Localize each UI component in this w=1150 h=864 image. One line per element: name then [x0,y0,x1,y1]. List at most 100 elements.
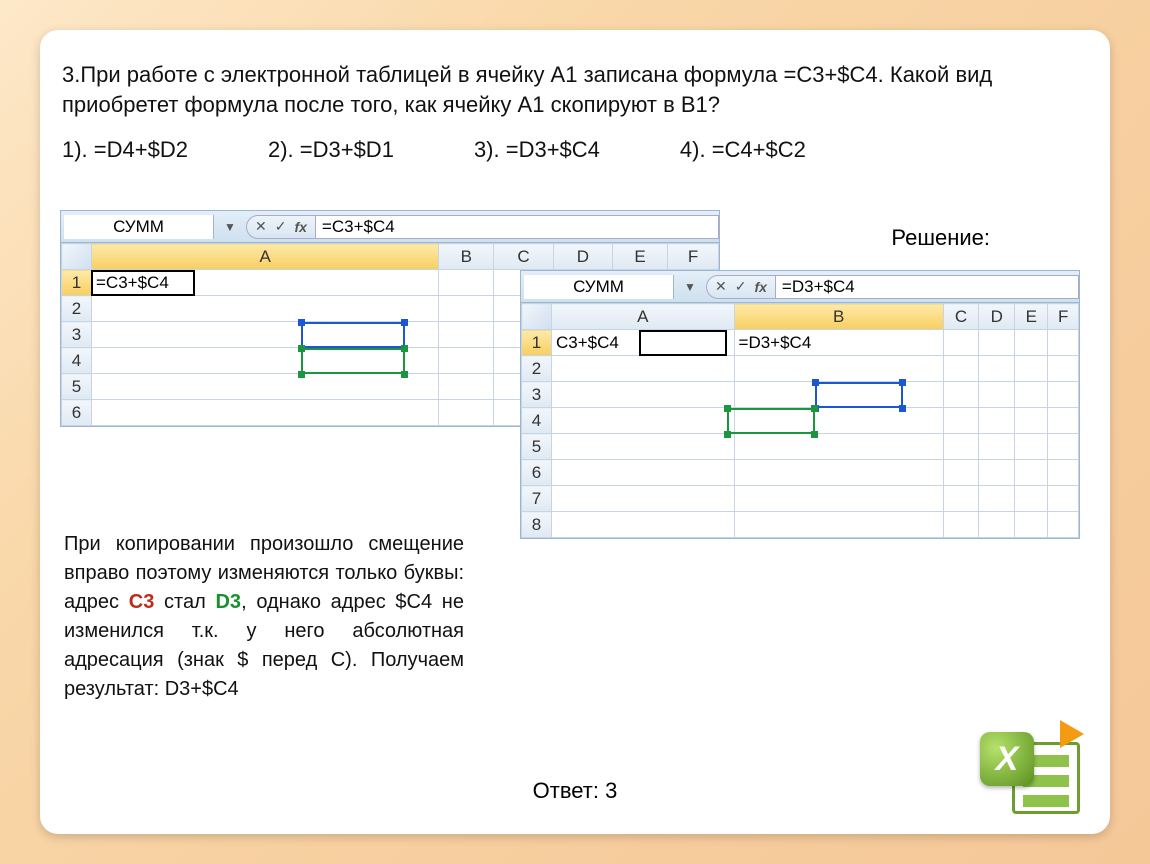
col-header[interactable]: C [943,304,979,330]
cell[interactable] [979,486,1015,512]
cell-a1[interactable]: C3+$C4 [552,330,735,356]
cell[interactable] [979,460,1015,486]
cell[interactable] [734,486,943,512]
cell[interactable] [92,322,439,348]
cell[interactable] [552,408,735,434]
cell[interactable] [1048,460,1079,486]
cell[interactable] [92,400,439,426]
cell[interactable] [1015,356,1048,382]
cell[interactable] [1048,486,1079,512]
cell[interactable] [552,486,735,512]
cell[interactable] [979,434,1015,460]
row-header[interactable]: 6 [62,400,92,426]
col-header[interactable]: D [553,244,612,270]
cell[interactable] [943,382,979,408]
cell[interactable] [1015,486,1048,512]
row-header[interactable]: 4 [62,348,92,374]
cell[interactable] [734,382,943,408]
col-header[interactable]: B [734,304,943,330]
cell[interactable] [979,356,1015,382]
cell[interactable] [943,408,979,434]
cell[interactable] [552,460,735,486]
cell[interactable] [734,356,943,382]
cell[interactable] [552,356,735,382]
row-header[interactable]: 2 [522,356,552,382]
cell[interactable] [979,408,1015,434]
cell[interactable] [439,322,494,348]
namebox-dropdown-icon[interactable]: ▼ [214,220,246,234]
namebox-dropdown-icon[interactable]: ▼ [674,280,706,294]
grid[interactable]: A B C D E F 1 C3+$C4 =D3+$C4 2 3 4 5 6 7… [521,303,1079,538]
col-header[interactable]: F [1048,304,1079,330]
row-header[interactable]: 7 [522,486,552,512]
cell[interactable] [439,400,494,426]
row-header[interactable]: 1 [522,330,552,356]
cell[interactable] [943,356,979,382]
cell[interactable] [92,348,439,374]
row-header[interactable]: 3 [62,322,92,348]
cell[interactable] [734,512,943,538]
select-all-corner[interactable] [522,304,552,330]
row-header[interactable]: 8 [522,512,552,538]
row-header[interactable]: 4 [522,408,552,434]
cell[interactable] [1048,408,1079,434]
col-header[interactable]: A [92,244,439,270]
cell[interactable] [552,434,735,460]
col-header[interactable]: D [979,304,1015,330]
cell[interactable] [1048,434,1079,460]
fx-icon[interactable]: fx [754,279,766,295]
cell[interactable] [943,486,979,512]
cell[interactable] [1048,382,1079,408]
cell[interactable] [1048,330,1079,356]
cell-b1[interactable]: =D3+$C4 [734,330,943,356]
select-all-corner[interactable] [62,244,92,270]
formula-input[interactable]: =C3+$C4 [316,215,719,239]
col-header[interactable]: C [494,244,553,270]
cell[interactable] [1048,356,1079,382]
cell[interactable] [552,382,735,408]
cell[interactable] [1015,330,1048,356]
col-header[interactable]: A [552,304,735,330]
cell[interactable] [943,460,979,486]
cell[interactable] [734,460,943,486]
cell[interactable] [979,330,1015,356]
cell[interactable] [943,434,979,460]
col-header[interactable]: B [439,244,494,270]
col-header[interactable]: E [1015,304,1048,330]
enter-icon[interactable]: ✓ [735,278,747,295]
cell[interactable] [439,270,494,296]
cell[interactable] [943,330,979,356]
cell[interactable] [1015,512,1048,538]
formula-input[interactable]: =D3+$C4 [776,275,1079,299]
row-header[interactable]: 1 [62,270,92,296]
row-header[interactable]: 5 [522,434,552,460]
cell[interactable] [943,512,979,538]
row-header[interactable]: 2 [62,296,92,322]
cell[interactable] [734,408,943,434]
cell[interactable] [1015,434,1048,460]
cell[interactable] [979,382,1015,408]
name-box[interactable]: СУММ [524,275,674,299]
cell[interactable] [439,348,494,374]
enter-icon[interactable]: ✓ [275,218,287,235]
cell-a1[interactable]: =C3+$C4 [92,270,439,296]
cancel-icon[interactable]: ✕ [255,218,267,235]
cell[interactable] [92,296,439,322]
row-header[interactable]: 5 [62,374,92,400]
col-header[interactable]: E [613,244,668,270]
cell[interactable] [92,374,439,400]
cell[interactable] [439,374,494,400]
row-header[interactable]: 3 [522,382,552,408]
name-box[interactable]: СУММ [64,215,214,239]
cell[interactable] [1048,512,1079,538]
col-header[interactable]: F [668,244,719,270]
cell[interactable] [1015,382,1048,408]
cell[interactable] [1015,408,1048,434]
cell[interactable] [439,296,494,322]
row-header[interactable]: 6 [522,460,552,486]
cell[interactable] [552,512,735,538]
fx-icon[interactable]: fx [294,219,306,235]
cell[interactable] [979,512,1015,538]
cell[interactable] [734,434,943,460]
cancel-icon[interactable]: ✕ [715,278,727,295]
